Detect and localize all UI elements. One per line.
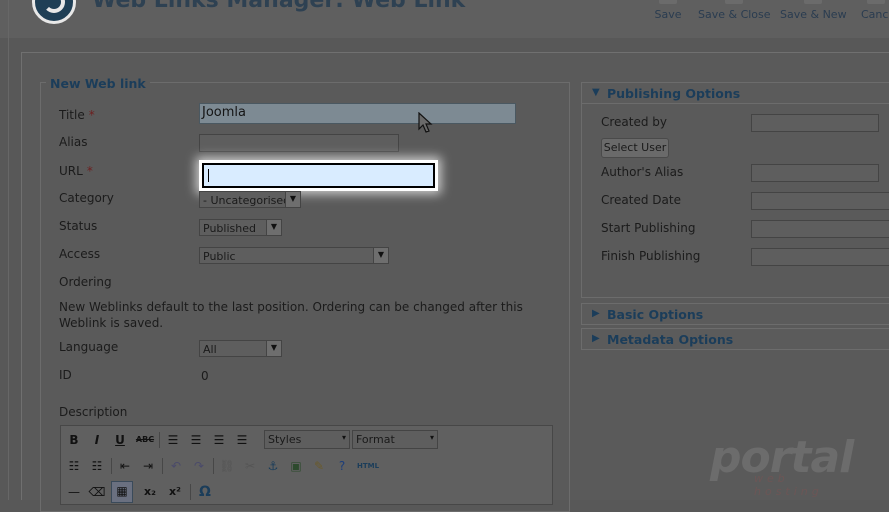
chevron-down-icon: ▼ (285, 192, 300, 207)
alias-label: Alias (59, 135, 88, 149)
text-caret (208, 169, 209, 182)
created-by-label: Created by (601, 115, 668, 129)
required-marker: * (88, 108, 95, 122)
format-select[interactable]: Format ▾ (352, 430, 438, 449)
image-icon[interactable]: ▣ (287, 457, 305, 475)
save-new-button[interactable]: Save & New (780, 0, 847, 28)
metadata-options-header[interactable]: ▶ Metadata Options (581, 328, 889, 350)
chevron-down-icon: ▼ (266, 341, 281, 356)
fieldset-legend: New Web link (46, 76, 150, 91)
underline-button[interactable]: U (111, 431, 129, 449)
url-input[interactable] (202, 163, 435, 188)
save-close-icon (725, 0, 743, 4)
cleanup-icon[interactable]: ✎ (310, 457, 328, 475)
align-center-icon[interactable]: ☰ (187, 431, 205, 449)
category-label: Category (59, 191, 114, 205)
sidebar-divider (8, 0, 9, 500)
page-title: Web Links Manager: Web Link (92, 0, 466, 13)
triangle-right-icon: ▶ (592, 333, 600, 344)
portal-watermark-logo: portal web hosting (710, 432, 854, 498)
save-button[interactable]: Save (648, 0, 688, 28)
id-label: ID (59, 368, 72, 382)
outdent-icon[interactable]: ⇤ (116, 457, 134, 475)
strikethrough-button[interactable]: ABC (134, 431, 156, 449)
access-select[interactable]: Public ▼ (199, 247, 389, 264)
title-label: Title * (59, 108, 95, 122)
authors-alias-label: Author's Alias (601, 165, 684, 179)
access-label: Access (59, 247, 101, 261)
mouse-cursor-icon (418, 112, 433, 133)
bold-button[interactable]: B (65, 431, 83, 449)
save-new-icon (804, 0, 822, 4)
chevron-down-icon: ▼ (373, 248, 388, 263)
special-char-button[interactable]: Ω (195, 483, 215, 501)
align-right-icon[interactable]: ☰ (210, 431, 228, 449)
anchor-icon[interactable]: ⚓ (264, 457, 282, 475)
subscript-button[interactable]: x₂ (139, 483, 161, 501)
help-icon[interactable]: ? (333, 457, 351, 475)
title-input[interactable]: Joomla (199, 103, 516, 124)
ordering-help-text: New Weblinks default to the last positio… (59, 300, 523, 330)
align-left-icon[interactable]: ☰ (164, 431, 182, 449)
created-by-input[interactable] (751, 114, 879, 132)
finish-publishing-label: Finish Publishing (601, 249, 701, 263)
redo-icon[interactable]: ↷ (190, 457, 208, 475)
start-publishing-label: Start Publishing (601, 221, 696, 235)
basic-options-header[interactable]: ▶ Basic Options (581, 303, 889, 325)
select-user-button[interactable]: Select User (601, 138, 669, 158)
chevron-down-icon: ▾ (341, 433, 346, 442)
description-label: Description (59, 405, 128, 419)
chevron-down-icon: ▼ (266, 220, 281, 235)
finish-publishing-input[interactable] (751, 248, 889, 266)
styles-select[interactable]: Styles ▾ (264, 430, 350, 449)
triangle-down-icon: ▼ (592, 87, 600, 98)
unlink-icon[interactable]: ✂ (241, 457, 259, 475)
save-icon (659, 0, 677, 4)
id-value: 0 (201, 369, 209, 383)
language-label: Language (59, 340, 119, 354)
superscript-button[interactable]: x² (164, 483, 186, 501)
undo-icon[interactable]: ↶ (167, 457, 185, 475)
numbered-list-icon[interactable]: ☷ (88, 457, 106, 475)
horizontal-rule-icon[interactable]: — (65, 483, 83, 501)
ordering-label: Ordering (59, 275, 112, 289)
description-editor[interactable]: B I U ABC ☰ ☰ ☰ ☰ Styles ▾ Format ▾ ☷ ☷ … (60, 425, 553, 505)
category-select[interactable]: - Uncategorised ▼ (199, 191, 301, 208)
eraser-icon[interactable]: ⌫ (88, 483, 106, 501)
align-justify-icon[interactable]: ☰ (233, 431, 251, 449)
start-publishing-input[interactable] (751, 220, 889, 238)
publishing-options-header[interactable]: ▼ Publishing Options (581, 82, 889, 104)
url-label: URL * (59, 164, 93, 178)
status-select[interactable]: Published ▼ (199, 219, 282, 236)
indent-icon[interactable]: ⇥ (139, 457, 157, 475)
created-date-input[interactable] (751, 192, 889, 210)
created-date-label: Created Date (601, 193, 681, 207)
cancel-button[interactable]: Cancel (858, 0, 889, 28)
triangle-right-icon: ▶ (592, 308, 600, 319)
html-button[interactable]: HTML (356, 457, 380, 475)
link-icon[interactable]: ⛓ (218, 457, 236, 475)
save-close-button[interactable]: Save & Close (698, 0, 771, 28)
required-marker: * (86, 164, 93, 178)
bullet-list-icon[interactable]: ☷ (65, 457, 83, 475)
italic-button[interactable]: I (88, 431, 106, 449)
cancel-icon (867, 0, 885, 4)
chevron-down-icon: ▾ (429, 433, 434, 442)
authors-alias-input[interactable] (751, 164, 879, 182)
status-label: Status (59, 219, 98, 233)
language-select[interactable]: All ▼ (199, 340, 282, 357)
alias-input[interactable] (199, 134, 399, 152)
